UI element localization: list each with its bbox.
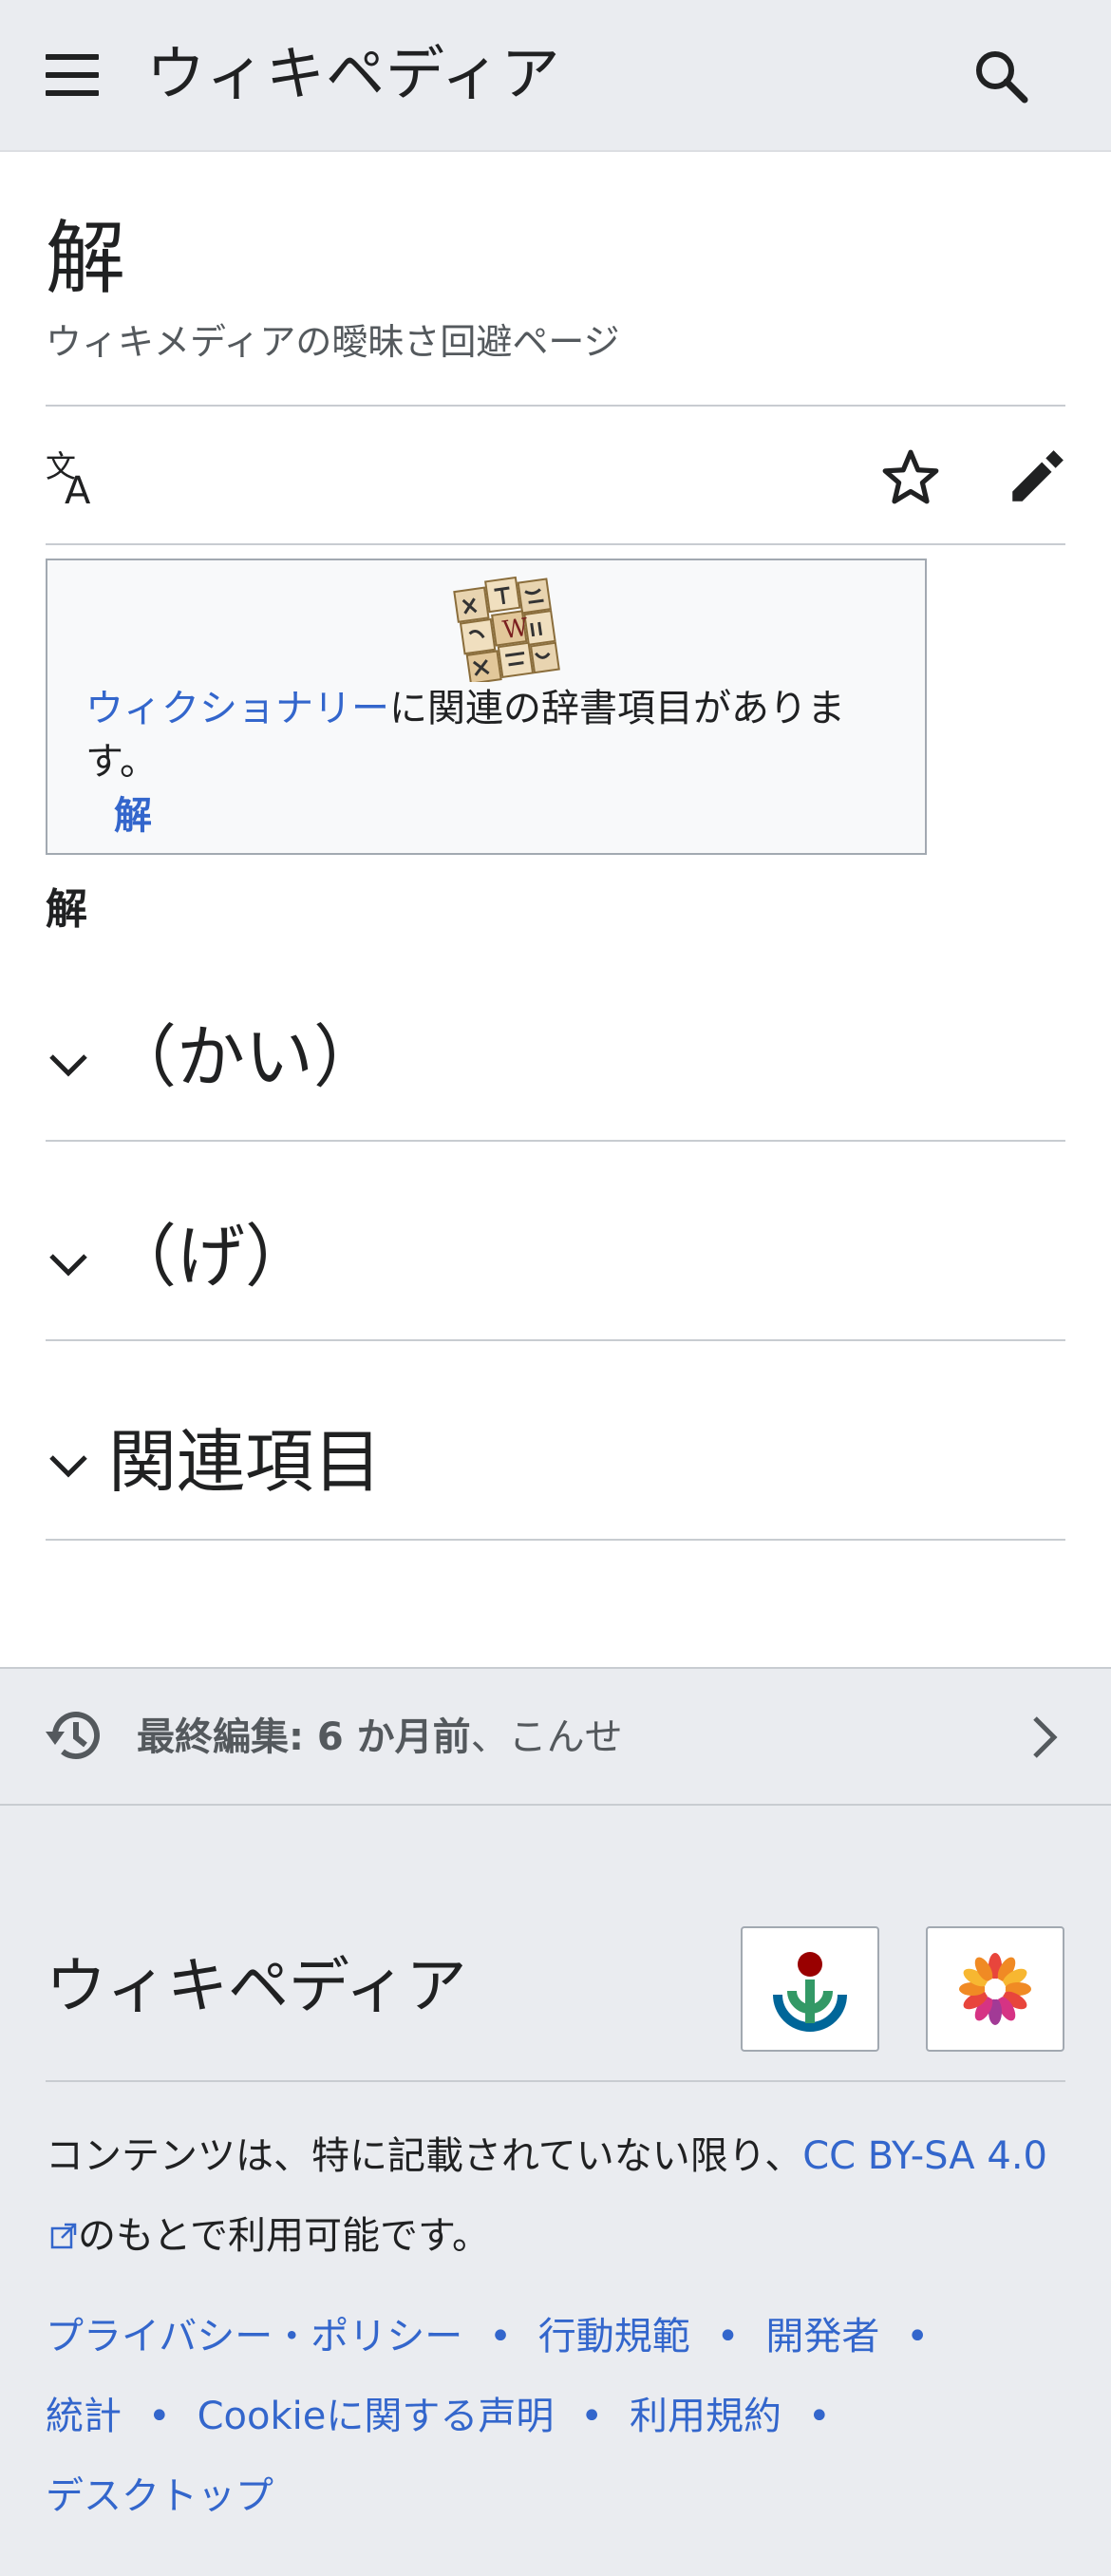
bullet-separator: •	[716, 2315, 740, 2358]
top-header: ウィキペディア	[0, 0, 1111, 152]
external-link-icon	[50, 2223, 77, 2249]
history-icon	[46, 1712, 100, 1760]
section-title: （げ）	[108, 1217, 314, 1297]
bullet-separator: •	[807, 2395, 831, 2438]
page-title: 解	[46, 212, 126, 305]
divider	[46, 1539, 1065, 1541]
translate-icon[interactable]: 文 A	[44, 448, 104, 509]
section-kai[interactable]: （かい）	[46, 961, 1065, 1161]
chevron-down-icon	[49, 1054, 87, 1077]
section-related[interactable]: 関連項目	[46, 1360, 1065, 1560]
bullet-separator: •	[580, 2395, 603, 2438]
svg-text:W: W	[500, 614, 530, 645]
chevron-right-icon	[1033, 1716, 1058, 1758]
footer-link-privacy[interactable]: プライバシー・ポリシー	[46, 2315, 462, 2358]
footer-link-desktop[interactable]: デスクトップ	[46, 2474, 273, 2518]
divider	[46, 2080, 1065, 2082]
footer-link-terms[interactable]: 利用規約	[630, 2395, 781, 2438]
svg-text:A: A	[65, 469, 91, 509]
last-edited-bar[interactable]: 最終編集: 6 か月前、こんせ	[0, 1667, 1111, 1806]
section-ge[interactable]: （げ）	[46, 1161, 1065, 1360]
bullet-separator: •	[906, 2315, 929, 2358]
wiktionary-logo-icon: W	[453, 576, 560, 682]
license-text-before: コンテンツは、特に記載されていない限り、	[46, 2134, 803, 2178]
mediawiki-badge[interactable]	[926, 1926, 1064, 2052]
site-brand[interactable]: ウィキペディア	[146, 36, 561, 112]
footer-link-statistics[interactable]: 統計	[46, 2395, 122, 2438]
chevron-down-icon	[49, 1254, 87, 1277]
pencil-icon[interactable]	[1005, 446, 1067, 509]
mediawiki-logo-icon	[959, 1953, 1031, 2025]
license-text-after: のもとで利用可能です。	[78, 2214, 490, 2258]
chevron-down-icon	[49, 1455, 87, 1478]
wiktionary-link[interactable]: ウィクショナリー	[85, 687, 389, 730]
wikimedia-foundation-badge[interactable]	[741, 1926, 879, 2052]
wiktionary-text: ウィクショナリーに関連の辞書項目があります。	[85, 682, 902, 788]
last-edited-separator: 、	[470, 1715, 509, 1759]
footer-link-code-of-conduct[interactable]: 行動規範	[538, 2315, 690, 2358]
wiktionary-term-link[interactable]: 解	[114, 785, 152, 840]
bullet-separator: •	[489, 2315, 512, 2358]
last-edited-text: 最終編集: 6 か月前、こんせ	[137, 1711, 623, 1764]
divider	[46, 1339, 1065, 1341]
last-edited-label: 最終編集: 6 か月前	[137, 1715, 471, 1759]
footer-brand: ウィキペディア	[46, 1952, 467, 2022]
last-edited-user: こんせ	[508, 1715, 623, 1759]
section-title: 関連項目	[108, 1422, 383, 1502]
hamburger-menu-icon[interactable]	[46, 54, 99, 96]
wiktionary-box: W ウィクショナリーに関連の辞書項目があります。 解	[46, 559, 927, 855]
lead-bold-term: 解	[46, 885, 87, 934]
footer-link-developers[interactable]: 開発者	[765, 2315, 879, 2358]
wikimedia-logo-icon	[773, 1952, 847, 2032]
bullet-separator: •	[148, 2395, 171, 2438]
star-icon[interactable]	[879, 446, 942, 509]
divider	[46, 1140, 1065, 1142]
footer-link-cookie-statement[interactable]: Cookieに関する声明	[198, 2395, 555, 2438]
license-link[interactable]: CC BY-SA 4.0	[802, 2134, 1047, 2178]
search-icon[interactable]	[970, 46, 1031, 106]
footer-links: プライバシー・ポリシー • 行動規範 • 開発者 • 統計 • Cookieに関する声明 • 利用規…	[46, 2297, 1090, 2536]
license-notice: コンテンツは、特に記載されていない限り、CC BY-SA 4.0 のもとで利用可能…	[46, 2116, 1065, 2276]
page-subtitle: ウィキメディアの曖昧さ回避ページ	[46, 321, 620, 363]
section-title: （かい）	[108, 1017, 383, 1097]
divider	[46, 405, 1065, 407]
divider	[46, 543, 1065, 545]
